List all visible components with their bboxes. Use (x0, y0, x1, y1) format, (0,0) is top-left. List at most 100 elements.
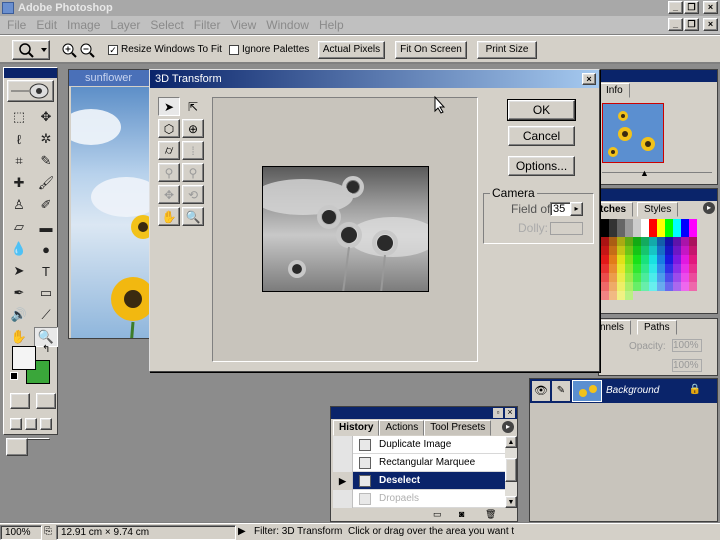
history-menu-icon[interactable]: ▸ (502, 421, 514, 433)
eraser-tool-icon[interactable]: ▱ (7, 217, 31, 237)
swatch-cell[interactable] (617, 237, 625, 246)
shape-tool-icon[interactable]: ▭ (34, 283, 58, 303)
sphere-tool-icon[interactable]: ⊕ (182, 119, 204, 138)
full-screen-menu-icon[interactable] (25, 418, 37, 430)
path-selection-tool-icon[interactable]: ➤ (7, 261, 31, 281)
new-document-icon[interactable]: ▭ (433, 509, 442, 520)
dodge-tool-icon[interactable]: ● (34, 239, 58, 259)
swatch-cell[interactable] (625, 237, 633, 246)
scroll-down-icon[interactable]: ▼ (505, 496, 517, 508)
swatch-cell[interactable] (633, 237, 641, 246)
swatch-cell[interactable] (673, 291, 681, 300)
tab-actions[interactable]: Actions (379, 420, 425, 436)
menu-help[interactable]: Help (316, 18, 351, 32)
swatch-cell[interactable] (657, 246, 665, 255)
swatch-cell[interactable] (649, 273, 657, 282)
swatch-cell[interactable] (641, 246, 649, 255)
dialog-title[interactable]: 3D Transform (150, 70, 599, 88)
opacity-input[interactable]: 100% (672, 339, 702, 352)
selection-tool-icon[interactable]: ➤ (158, 97, 180, 116)
swatch-cell[interactable] (609, 291, 617, 300)
swatch-cell[interactable] (609, 219, 617, 228)
swatch-cell[interactable] (641, 219, 649, 228)
type-tool-icon[interactable]: T (34, 261, 58, 281)
cylinder-tool-icon[interactable]: ⌭ (158, 141, 180, 160)
swatch-cell[interactable] (625, 282, 633, 291)
swatch-cell[interactable] (689, 255, 697, 264)
swatch-cell[interactable] (689, 282, 697, 291)
move-tool-icon[interactable]: ✥ (34, 107, 58, 127)
doc-info-icon[interactable]: ⎘ (42, 525, 56, 540)
standard-screen-icon[interactable] (10, 418, 22, 430)
gradient-tool-icon[interactable]: ▬ (34, 217, 58, 237)
scroll-thumb[interactable] (505, 458, 517, 482)
swatch-cell[interactable] (681, 264, 689, 273)
hand-tool-icon[interactable]: ✋ (7, 327, 31, 347)
dialog-zoom-tool-icon[interactable]: 🔍 (182, 207, 204, 226)
tab-info[interactable]: Info (599, 83, 630, 98)
swatch-cell[interactable] (609, 228, 617, 237)
swatch-cell[interactable] (617, 264, 625, 273)
lasso-tool-icon[interactable]: ℓ (7, 129, 31, 149)
swatch-cell[interactable] (601, 219, 609, 228)
swatch-cell[interactable] (681, 273, 689, 282)
swatch-cell[interactable] (681, 246, 689, 255)
swatch-cell[interactable] (609, 237, 617, 246)
pen-tool-icon[interactable]: ✒ (7, 283, 31, 303)
swatch-cell[interactable] (681, 228, 689, 237)
swatch-cell[interactable] (609, 255, 617, 264)
swatch-cell[interactable] (641, 228, 649, 237)
convert-anchor-tool-icon[interactable]: ⚲ (182, 163, 204, 182)
swatch-cell[interactable] (601, 255, 609, 264)
swatch-cell[interactable] (665, 264, 673, 273)
swatch-cell[interactable] (625, 219, 633, 228)
menu-view[interactable]: View (227, 18, 263, 32)
image-window-title[interactable]: sunflower (69, 70, 152, 86)
jump-to-imageready-icon[interactable] (6, 438, 28, 456)
layer-visibility-eye-icon[interactable]: 👁 (532, 381, 550, 401)
swatch-cell[interactable] (665, 219, 673, 228)
add-anchor-tool-icon[interactable]: ⚲ (158, 163, 180, 182)
history-source-cell[interactable] (333, 489, 353, 508)
quick-mask-icon[interactable] (36, 393, 56, 409)
swatch-cell[interactable] (665, 237, 673, 246)
swatch-cell[interactable] (689, 237, 697, 246)
trackball-tool-icon[interactable]: ⟲ (182, 185, 204, 204)
adobe-online-button[interactable] (7, 80, 54, 102)
resize-windows-checkbox[interactable]: ✓ Resize Windows To Fit (108, 44, 222, 55)
swatch-cell[interactable] (649, 291, 657, 300)
crop-tool-icon[interactable]: ⌗ (7, 151, 31, 171)
history-item[interactable]: Rectangular Marquee (333, 453, 505, 472)
swatch-cell[interactable] (689, 264, 697, 273)
swatches-menu-icon[interactable]: ▸ (703, 202, 715, 214)
doc-minimize-button[interactable]: _ (668, 18, 683, 31)
swatch-cell[interactable] (601, 228, 609, 237)
navigator-thumbnail[interactable] (602, 103, 664, 163)
swatch-cell[interactable] (601, 273, 609, 282)
swatch-cell[interactable] (681, 291, 689, 300)
swatch-cell[interactable] (673, 273, 681, 282)
swatch-cell[interactable] (641, 255, 649, 264)
swatch-cell[interactable] (609, 273, 617, 282)
healing-brush-tool-icon[interactable]: ✚ (7, 173, 31, 193)
swatch-cell[interactable] (673, 282, 681, 291)
menu-select[interactable]: Select (147, 18, 190, 32)
swatch-cell[interactable] (673, 255, 681, 264)
cancel-button[interactable]: Cancel (508, 126, 575, 146)
swatch-cell[interactable] (617, 246, 625, 255)
scroll-up-icon[interactable]: ▲ (505, 436, 517, 448)
layer-brush-icon[interactable]: ✎ (552, 381, 570, 401)
blur-tool-icon[interactable]: 💧 (7, 239, 31, 259)
pan-camera-tool-icon[interactable]: ✥ (158, 185, 180, 204)
layer-row-background[interactable]: 👁 ✎ Background 🔒 (530, 379, 717, 403)
swatch-cell[interactable] (649, 282, 657, 291)
doc-close-button[interactable]: × (703, 18, 718, 31)
3d-preview-area[interactable] (212, 97, 478, 362)
ok-button[interactable]: OK (507, 99, 576, 121)
close-button[interactable]: × (703, 1, 718, 14)
history-scrollbar[interactable]: ▲ ▼ (505, 436, 517, 508)
actual-pixels-button[interactable]: Actual Pixels (318, 41, 385, 59)
foreground-color-swatch[interactable] (12, 346, 36, 370)
swatch-cell[interactable] (609, 246, 617, 255)
standard-mode-icon[interactable] (10, 393, 30, 409)
